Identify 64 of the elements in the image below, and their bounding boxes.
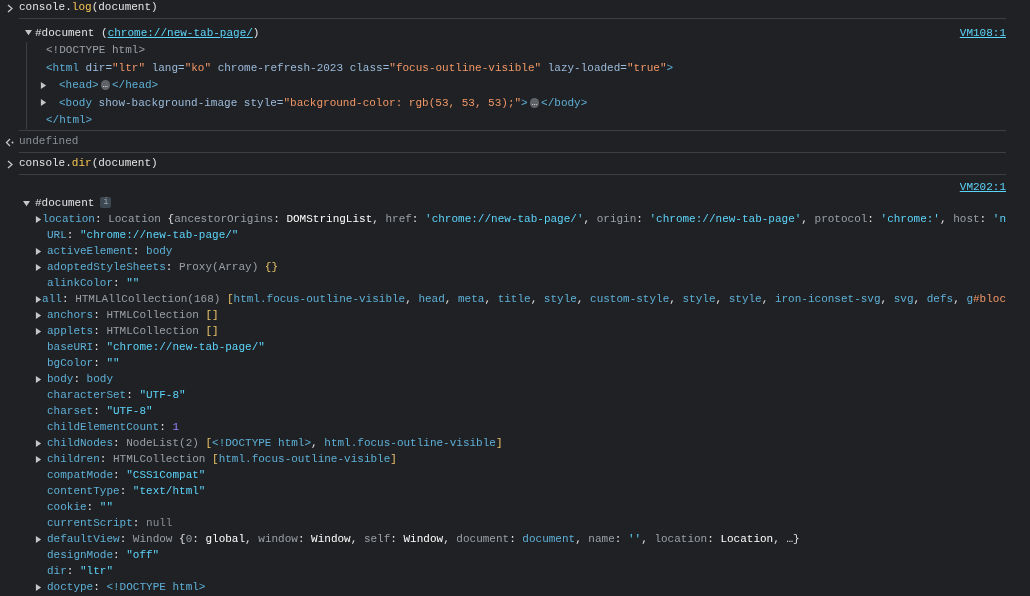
code-text: <head> bbox=[59, 79, 99, 91]
property-line: anchors: HTMLCollection [] bbox=[47, 307, 219, 323]
property-line: body: body bbox=[47, 371, 113, 387]
code-text: show-background-image style= bbox=[98, 96, 284, 109]
property-line: bgColor: "" bbox=[47, 355, 120, 371]
expand-arrow-icon[interactable] bbox=[35, 215, 42, 223]
source-link[interactable]: VM108:1 bbox=[959, 24, 1006, 41]
property-line: characterSet: "UTF-8" bbox=[47, 387, 186, 403]
expand-arrow-icon[interactable] bbox=[35, 439, 42, 447]
property-line: all: HTMLAllCollection(168) [html.focus-outline-visible, head, meta, title, style, custom-style, style, style, iron-iconset-svg, svg, defs, g#bloc bbox=[42, 291, 1006, 307]
property-line: currentScript: null bbox=[47, 515, 173, 531]
property-line: defaultView: Window {0: global, window: Window, self: Window, document: document, name: '', location: Location, …} bbox=[47, 531, 800, 547]
result-value: undefined bbox=[19, 134, 79, 150]
ellipsis-badge[interactable]: … bbox=[529, 97, 540, 108]
code-text: ) bbox=[252, 26, 260, 39]
expand-arrow-icon[interactable] bbox=[35, 327, 42, 335]
expand-arrow-icon[interactable] bbox=[25, 29, 32, 37]
console-command: console.dir(document) bbox=[19, 156, 158, 172]
property-line: baseURI: "chrome://new-tab-page/" bbox=[47, 339, 265, 355]
property-line: children: HTMLCollection [html.focus-outline-visible] bbox=[47, 451, 397, 467]
dom-node-line: </html> bbox=[46, 113, 93, 128]
property-line: cookie: "" bbox=[47, 499, 113, 515]
property-line: URL: "chrome://new-tab-page/" bbox=[47, 227, 239, 243]
property-line: designMode: "off" bbox=[47, 547, 160, 563]
property-line: alinkColor: "" bbox=[47, 275, 140, 291]
property-line: activeElement: body bbox=[47, 243, 173, 259]
expand-arrow-icon[interactable] bbox=[35, 455, 42, 463]
dom-node-line: <!DOCTYPE html> bbox=[46, 43, 146, 58]
expand-arrow-icon[interactable] bbox=[35, 535, 42, 543]
expand-arrow-icon[interactable] bbox=[40, 81, 47, 89]
code-text: </body> bbox=[541, 96, 588, 109]
code-text: #document bbox=[35, 196, 95, 209]
expand-arrow-icon[interactable] bbox=[35, 263, 42, 271]
code-text: #document ( bbox=[35, 26, 108, 39]
code-text: "background-color: rgb(53, 53, 53);" bbox=[283, 96, 522, 109]
expand-arrow-icon[interactable] bbox=[40, 99, 47, 107]
source-link[interactable]: VM202:1 bbox=[959, 178, 1006, 196]
property-line: dir: "ltr" bbox=[47, 563, 114, 579]
link[interactable]: chrome://new-tab-page/ bbox=[107, 26, 253, 39]
property-line: adoptedStyleSheets: Proxy(Array) {} bbox=[47, 259, 279, 275]
dom-node-line: <html dir="ltr" lang="ko" chrome-refresh-2023 class="focus-outline-visible" lazy-loaded="true"> bbox=[46, 60, 674, 76]
property-line: charset: "UTF-8" bbox=[47, 403, 153, 419]
console-command: console.log(document) bbox=[19, 0, 158, 16]
expand-arrow-icon[interactable] bbox=[35, 375, 42, 383]
code-text: </head> bbox=[112, 79, 159, 91]
prompt-chevron-icon bbox=[6, 159, 13, 169]
property-line: compatMode: "CSS1Compat" bbox=[47, 467, 206, 483]
property-line: location: Location {ancestorOrigins: DOMStringList, href: 'chrome://new-tab-page/', origin: 'chrome://new-tab-page', protocol: 'chrome:', host: 'n bbox=[42, 211, 1006, 227]
code-text: <body bbox=[59, 96, 93, 109]
ellipsis-badge[interactable]: … bbox=[100, 80, 110, 91]
property-line: contentType: "text/html" bbox=[47, 483, 206, 499]
property-line: childElementCount: 1 bbox=[47, 419, 180, 435]
result-arrow-icon bbox=[5, 137, 14, 147]
expand-arrow-icon[interactable] bbox=[35, 295, 42, 303]
info-badge: i bbox=[100, 197, 112, 209]
property-line: applets: HTMLCollection [] bbox=[47, 323, 219, 339]
expand-arrow-icon[interactable] bbox=[23, 199, 30, 207]
prompt-chevron-icon bbox=[6, 3, 13, 13]
property-line: doctype: <!DOCTYPE html> bbox=[47, 579, 206, 595]
code-text: > bbox=[521, 96, 528, 109]
expand-arrow-icon[interactable] bbox=[35, 583, 42, 591]
expand-arrow-icon[interactable] bbox=[35, 247, 42, 255]
expand-arrow-icon[interactable] bbox=[35, 311, 42, 319]
property-line: childNodes: NodeList(2) [<!DOCTYPE html>, html.focus-outline-visible] bbox=[47, 435, 503, 451]
